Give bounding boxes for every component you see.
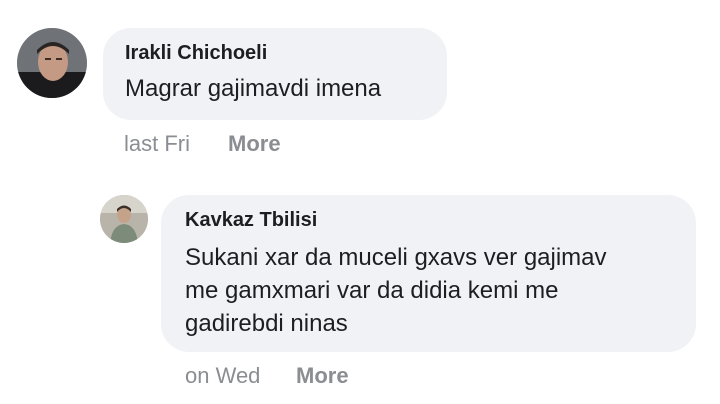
comment-author[interactable]: Kavkaz Tbilisi — [185, 209, 317, 232]
comment-text: Sukani xar da muceli gxavs ver gajimav m… — [185, 241, 685, 340]
comment-text-line: gadirebdi ninas — [185, 310, 348, 337]
user-photo-icon — [100, 195, 148, 243]
user-photo-icon — [17, 28, 87, 98]
comment-thread: Irakli Chichoeli Magrar gajimavdi imena … — [0, 0, 720, 404]
comment-timestamp[interactable]: last Fri — [124, 131, 190, 157]
more-link[interactable]: More — [228, 131, 281, 157]
comment-text: Magrar gajimavdi imena — [125, 75, 382, 102]
more-link[interactable]: More — [296, 363, 349, 389]
avatar-kavkaz[interactable] — [100, 195, 148, 243]
avatar-irakli[interactable] — [17, 28, 87, 98]
comment-timestamp[interactable]: on Wed — [185, 363, 260, 389]
comment-text-line: Sukani xar da muceli gxavs ver gajimav — [185, 244, 607, 271]
comment-text-line: me gamxmari var da didia kemi me — [185, 277, 559, 304]
comment-author[interactable]: Irakli Chichoeli — [125, 42, 267, 65]
